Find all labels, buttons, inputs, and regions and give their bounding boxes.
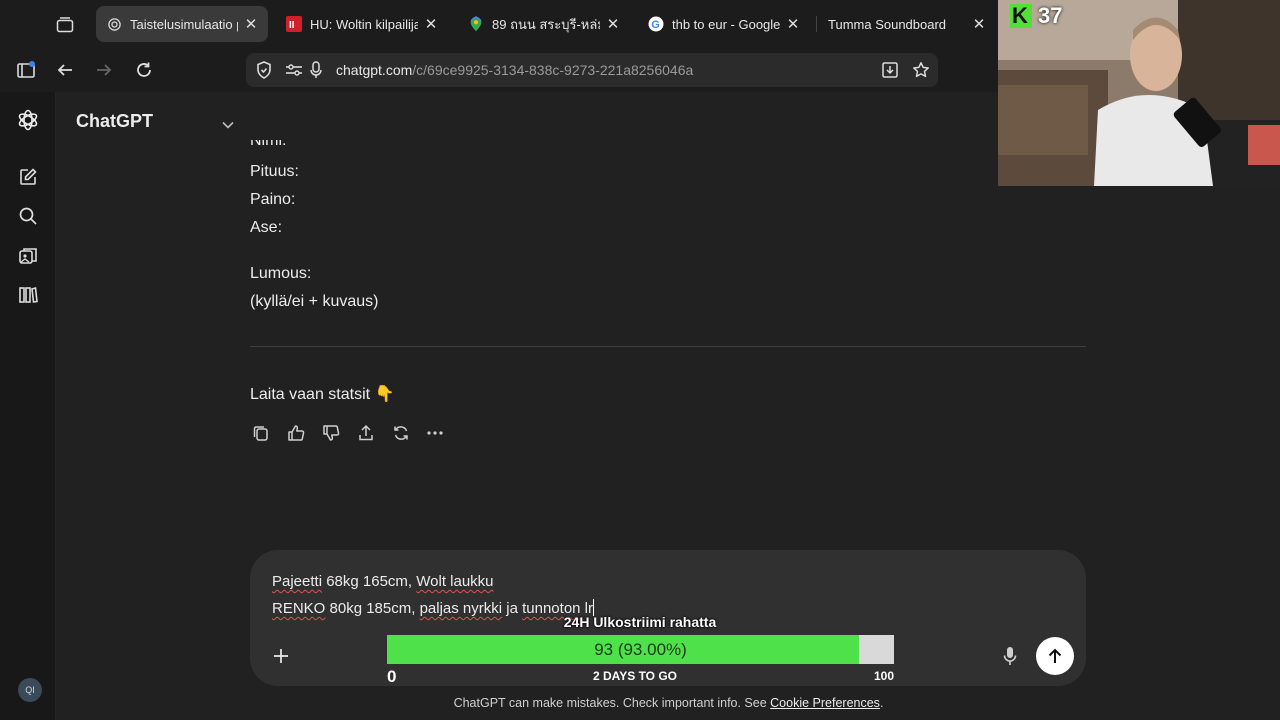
- shield-icon[interactable]: [252, 58, 276, 82]
- svg-text:II: II: [289, 20, 295, 31]
- search-icon[interactable]: [16, 204, 40, 228]
- regenerate-icon[interactable]: [390, 422, 412, 444]
- message-line: (kyllä/ei + kuvaus): [250, 293, 379, 310]
- close-icon[interactable]: ✕: [606, 15, 620, 33]
- copy-icon[interactable]: [250, 422, 272, 444]
- site-settings-icon[interactable]: [282, 58, 306, 82]
- footer-end: .: [879, 696, 884, 710]
- left-sidebar: QI: [0, 92, 56, 720]
- message-divider: [250, 346, 1086, 347]
- tab-hu[interactable]: II HU: Woltin kilpailijan ✕: [276, 6, 448, 42]
- tab-title: 89 ถนน สระบุรี-หล่มสั: [492, 16, 600, 32]
- star-icon[interactable]: [909, 58, 933, 82]
- tab-title: HU: Woltin kilpailijan: [310, 16, 418, 32]
- reload-icon[interactable]: [132, 58, 156, 82]
- composer-text: 68kg 165cm,: [322, 573, 417, 590]
- google-icon: G: [648, 16, 664, 32]
- message-line: Pituus:: [250, 163, 299, 180]
- tab-title: Taistelusimulaatio py: [130, 16, 238, 32]
- share-icon[interactable]: [355, 422, 377, 444]
- clipped-text: Nimi:: [250, 140, 287, 149]
- goal-title: 24H Ulkostriimi rahatta: [563, 614, 717, 630]
- goal-time-left: 2 DAYS TO GO: [592, 669, 678, 683]
- chat-header: ChatGPT: [57, 92, 998, 150]
- message-line: Paino:: [250, 191, 296, 208]
- composer-text: ja: [502, 600, 523, 617]
- forward-icon[interactable]: [92, 58, 116, 82]
- viewer-count: 37: [1038, 3, 1063, 28]
- hu-icon: II: [286, 16, 302, 32]
- chevron-down-icon[interactable]: [222, 116, 234, 134]
- url-path: /c/69ce9925-3134-838c-9273-221a8256046a: [412, 62, 694, 78]
- close-icon[interactable]: ✕: [244, 15, 258, 33]
- install-app-icon[interactable]: [878, 58, 902, 82]
- composer-text: RENKO: [272, 600, 326, 617]
- tab-google[interactable]: G thb to eur - Google S ✕: [638, 6, 810, 42]
- send-button[interactable]: [1036, 637, 1074, 675]
- goal-min: 0: [387, 667, 397, 686]
- clipped-message-line: Nimi:: [250, 140, 286, 150]
- composer-text: Wolt laukku: [416, 573, 494, 590]
- new-chat-icon[interactable]: [16, 165, 40, 189]
- composer-text: Pajeetti: [272, 573, 323, 590]
- tab-title: thb to eur - Google S: [672, 16, 780, 32]
- chatgpt-icon: [106, 16, 122, 32]
- sidebar-toggle-icon[interactable]: [14, 58, 38, 82]
- kick-badge-letter: K: [1012, 3, 1028, 28]
- composer-line-1[interactable]: Pajeetti 68kg 165cm, Wolt laukku: [272, 573, 494, 590]
- tab-separator: [816, 16, 817, 32]
- library-icon[interactable]: [16, 244, 40, 268]
- webcam-overlay: K 37: [998, 0, 1280, 186]
- microphone-icon[interactable]: [304, 58, 328, 82]
- goal-max: 100: [873, 669, 894, 683]
- message-closing: Laita vaan statsit 👇: [250, 386, 395, 403]
- back-icon[interactable]: [53, 58, 77, 82]
- close-icon[interactable]: ✕: [786, 15, 800, 33]
- url-domain: chatgpt.com: [336, 62, 413, 78]
- tab-chatgpt[interactable]: Taistelusimulaatio py ✕: [96, 6, 268, 42]
- model-selector[interactable]: ChatGPT: [76, 111, 153, 132]
- arrow-up-icon: [1048, 648, 1062, 663]
- plus-icon[interactable]: [268, 643, 294, 669]
- address-bar[interactable]: chatgpt.com/c/69ce9925-3134-838c-9273-22…: [246, 53, 938, 87]
- url-text: chatgpt.com/c/69ce9925-3134-838c-9273-22…: [336, 62, 693, 78]
- close-icon[interactable]: ✕: [972, 15, 986, 33]
- more-options-icon[interactable]: [424, 422, 446, 444]
- maps-pin-icon: [468, 16, 484, 32]
- goal-progress-bar: 93 (93.00%): [387, 635, 894, 664]
- svg-text:G: G: [651, 19, 660, 31]
- message-line: Lumous:: [250, 265, 312, 282]
- tab-title: Tumma Soundboard: [828, 16, 947, 32]
- composer-text: paljas nyrkki: [419, 600, 503, 617]
- browser-toolbar: chatgpt.com/c/69ce9925-3134-838c-9273-22…: [0, 48, 1000, 92]
- goal-progress-label: 93 (93.00%): [594, 640, 687, 659]
- thumbs-down-icon[interactable]: [320, 422, 342, 444]
- footer-text: ChatGPT can make mistakes. Check importa…: [453, 696, 771, 710]
- message-line: Ase:: [250, 219, 283, 236]
- dictate-mic-icon[interactable]: [998, 644, 1022, 668]
- projects-icon[interactable]: [16, 283, 40, 307]
- openai-logo-icon[interactable]: [16, 108, 40, 132]
- composer-text: 80kg 185cm,: [325, 600, 420, 617]
- close-icon[interactable]: ✕: [424, 15, 438, 33]
- tab-maps[interactable]: 89 ถนน สระบุรี-หล่มสั ✕: [458, 6, 630, 42]
- cookie-preferences-link[interactable]: Cookie Preferences: [770, 696, 880, 710]
- thumbs-up-icon[interactable]: [285, 422, 307, 444]
- tab-overview-icon[interactable]: [52, 12, 78, 38]
- disclaimer-footer: ChatGPT can make mistakes. Check importa…: [57, 696, 1280, 710]
- tab-soundboard[interactable]: Tumma Soundboard ✕: [818, 6, 996, 42]
- user-avatar[interactable]: QI: [18, 678, 42, 702]
